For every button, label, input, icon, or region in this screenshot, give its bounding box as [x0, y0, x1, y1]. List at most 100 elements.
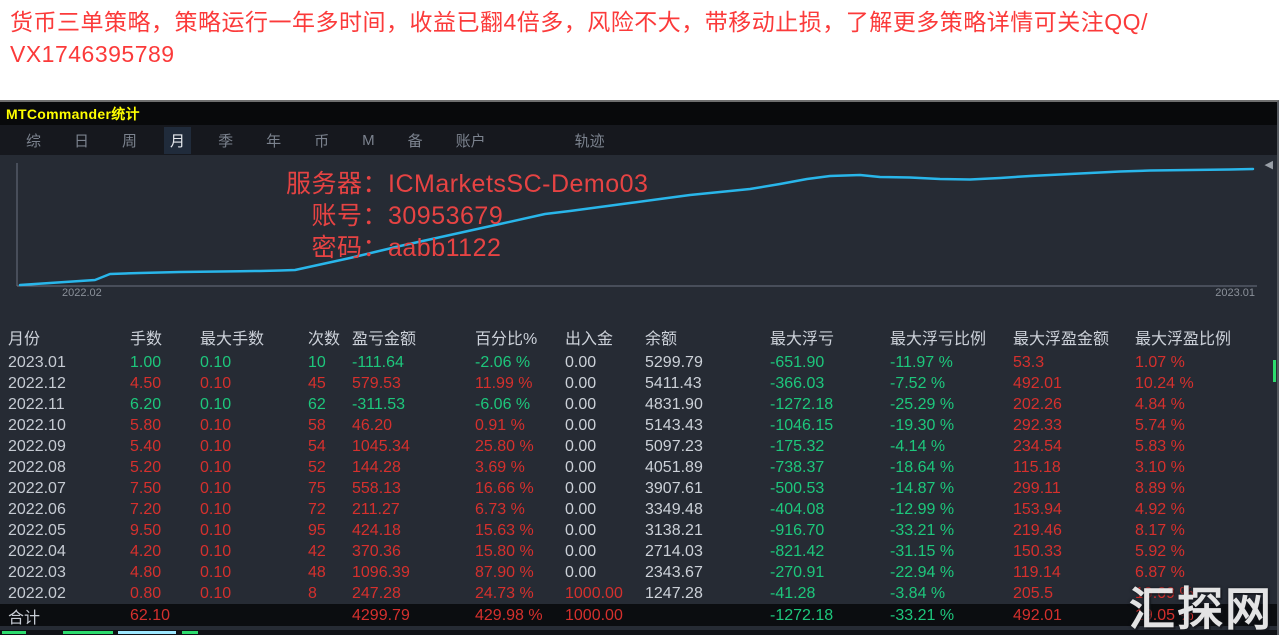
table-cell: 2022.10	[8, 417, 130, 435]
account-info-line-0: 服务器：ICMarketsSC-Demo03	[240, 172, 648, 197]
table-cell: 492.01	[1013, 375, 1135, 393]
table-cell: 0.00	[565, 543, 645, 561]
table-cell: 0.10	[200, 480, 308, 498]
cutoff-fragment	[182, 631, 198, 634]
table-cell: 24.73 %	[475, 585, 565, 603]
column-header[interactable]: 最大浮亏比例	[890, 325, 1013, 349]
table-cell: 48	[308, 564, 352, 582]
table-cell: 8	[308, 585, 352, 603]
table-row[interactable]: 2022.095.400.10541045.3425.80 %0.005097.…	[0, 436, 1277, 457]
table-cell: 429.98 %	[475, 607, 565, 625]
table-row[interactable]: 2022.034.800.10481096.3987.90 %0.002343.…	[0, 562, 1277, 583]
table-cell: 424.18	[352, 522, 475, 540]
table-cell: 0.10	[200, 585, 308, 603]
cutoff-fragment	[2, 631, 26, 634]
menu-item-zhou[interactable]: 周	[116, 127, 143, 154]
table-cell: 25.80 %	[475, 438, 565, 456]
table-cell: 15.63 %	[475, 522, 565, 540]
x-axis-label-end: 2023.01	[1215, 287, 1255, 299]
column-header[interactable]: 出入金	[565, 325, 645, 349]
menu-item-ri[interactable]: 日	[68, 127, 95, 154]
table-row[interactable]: 2022.059.500.1095424.1815.63 %0.003138.2…	[0, 520, 1277, 541]
table-cell: 3907.61	[645, 480, 770, 498]
table-cell: 0.00	[565, 459, 645, 477]
column-header[interactable]: 百分比%	[475, 325, 565, 349]
column-header[interactable]: 最大浮亏	[770, 325, 890, 349]
table-row[interactable]: 2022.067.200.1072211.276.73 %0.003349.48…	[0, 499, 1277, 520]
table-cell: 1247.28	[645, 585, 770, 603]
menu-item-zhanghu[interactable]: 账户	[450, 127, 492, 154]
table-cell: 6.20	[130, 396, 200, 414]
table-cell: -1046.15	[770, 417, 890, 435]
table-cell: 5.83 %	[1135, 438, 1269, 456]
table-row[interactable]: 2022.085.200.1052144.283.69 %0.004051.89…	[0, 457, 1277, 478]
column-header[interactable]: 盈亏金额	[352, 325, 475, 349]
site-watermark: 汇探网	[1129, 573, 1273, 639]
table-cell: 62	[308, 396, 352, 414]
menu-item-nian[interactable]: 年	[260, 127, 287, 154]
promo-line-1: 货币三单策略，策略运行一年多时间，收益已翻4倍多，风险不大，带移动止损，了解更多…	[10, 6, 1269, 38]
menu-item-bei[interactable]: 备	[402, 127, 429, 154]
table-cell: 247.28	[352, 585, 475, 603]
menu-item-m[interactable]: M	[356, 129, 381, 152]
table-cell: -11.97 %	[890, 354, 1013, 372]
column-header[interactable]: 最大手数	[200, 325, 308, 349]
menu-item-ji[interactable]: 季	[212, 127, 239, 154]
table-cell: 3.10 %	[1135, 459, 1269, 477]
column-header[interactable]: 手数	[130, 325, 200, 349]
window-title: MTCommander统计	[6, 104, 140, 124]
table-cell: 6.73 %	[475, 501, 565, 519]
column-header[interactable]: 余额	[645, 325, 770, 349]
table-cell: -916.70	[770, 522, 890, 540]
table-cell: 115.18	[1013, 459, 1135, 477]
menu-item-bi[interactable]: 币	[308, 127, 335, 154]
column-header[interactable]: 最大浮盈比例	[1135, 325, 1269, 349]
table-cell: 234.54	[1013, 438, 1135, 456]
table-cell: 0.00	[565, 501, 645, 519]
column-header[interactable]: 次数	[308, 325, 352, 349]
table-cell: -651.90	[770, 354, 890, 372]
table-cell: 75	[308, 480, 352, 498]
account-info-value: aabb1122	[388, 236, 501, 261]
table-row[interactable]: 2022.020.800.108247.2824.73 %1000.001247…	[0, 583, 1277, 604]
table-cell: 0.00	[565, 396, 645, 414]
table-row[interactable]: 2022.116.200.1062-311.53-6.06 %0.004831.…	[0, 394, 1277, 415]
table-row[interactable]: 2023.011.000.1010-111.64-2.06 %0.005299.…	[0, 352, 1277, 373]
table-cell: 144.28	[352, 459, 475, 477]
table-cell: 2022.09	[8, 438, 130, 456]
table-cell: -25.29 %	[890, 396, 1013, 414]
table-cell: 0.00	[565, 375, 645, 393]
table-cell: 3.69 %	[475, 459, 565, 477]
menu-item-zong[interactable]: 综	[20, 127, 47, 154]
menu-item-yue[interactable]: 月	[164, 127, 191, 154]
table-cell: 153.94	[1013, 501, 1135, 519]
table-total-row[interactable]: 合计62.104299.79429.98 %1000.00-1272.18-33…	[0, 604, 1277, 626]
table-cell: 0.10	[200, 522, 308, 540]
menu-item-guiji[interactable]: 轨迹	[569, 127, 611, 154]
chart-scroll-arrow-icon[interactable]: ◀	[1265, 158, 1273, 171]
table-cell: 2022.08	[8, 459, 130, 477]
table-cell: 5.80	[130, 417, 200, 435]
equity-chart: 2022.02 2023.01 ◀ 服务器：ICMarketsSC-Demo03…	[0, 155, 1279, 305]
table-cell: 1000.00	[565, 585, 645, 603]
table-row[interactable]: 2022.105.800.105846.200.91 %0.005143.43-…	[0, 415, 1277, 436]
table-cell: -19.30 %	[890, 417, 1013, 435]
table-cell: -4.14 %	[890, 438, 1013, 456]
table-cell: 2022.02	[8, 585, 130, 603]
table-cell: -175.32	[770, 438, 890, 456]
table-row[interactable]: 2022.077.500.1075558.1316.66 %0.003907.6…	[0, 478, 1277, 499]
column-header[interactable]: 最大浮盈金额	[1013, 325, 1135, 349]
table-cell: 2022.06	[8, 501, 130, 519]
column-header[interactable]: 月份	[8, 325, 130, 349]
table-cell: 4831.90	[645, 396, 770, 414]
table-cell: 4.20	[130, 543, 200, 561]
table-row[interactable]: 2022.124.500.1045579.5311.99 %0.005411.4…	[0, 373, 1277, 394]
table-cell: 219.46	[1013, 522, 1135, 540]
table-cell: 9.50	[130, 522, 200, 540]
table-cell: 4051.89	[645, 459, 770, 477]
cutoff-fragment	[118, 631, 176, 634]
cutoff-fragment	[63, 631, 113, 634]
table-row[interactable]: 2022.044.200.1042370.3615.80 %0.002714.0…	[0, 541, 1277, 562]
title-bar: MTCommander统计	[0, 102, 1277, 125]
table-cell: 0.10	[200, 543, 308, 561]
